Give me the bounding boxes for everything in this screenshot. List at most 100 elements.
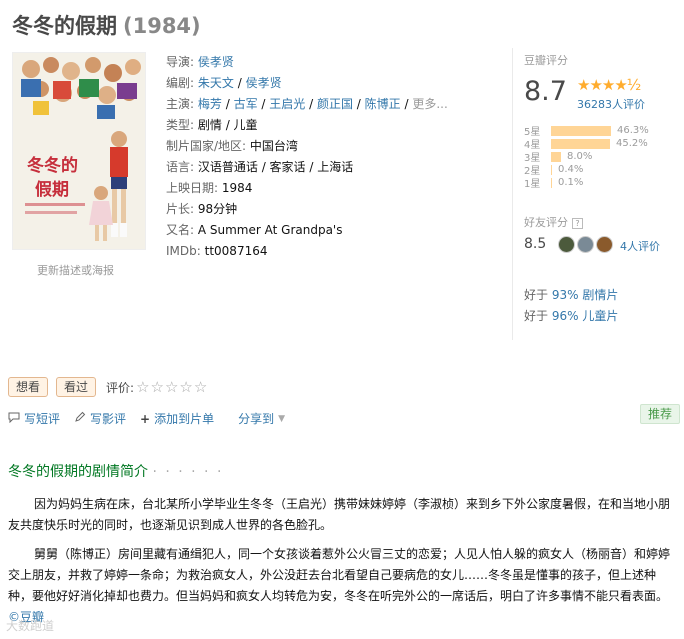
language-label: 语言: <box>166 160 195 174</box>
better-than-prefix: 好于 <box>524 288 552 302</box>
movie-title: 冬冬的假期 <box>12 14 117 38</box>
better-than-prefix: 好于 <box>524 309 552 323</box>
cast-link[interactable]: 梅芳 <box>198 97 222 111</box>
imdb-label: IMDb: <box>166 244 201 258</box>
better-than-link[interactable]: 96% 儿童片 <box>552 309 619 323</box>
synopsis-paragraph-text: 舅舅（陈博正）房间里藏有通缉犯人，同一个女孩谈着惹外公火冒三丈的恋爱；人见人怕人… <box>8 547 671 603</box>
chevron-down-icon: ▼ <box>278 413 286 424</box>
movie-poster[interactable]: 冬冬的 假期 <box>12 52 146 250</box>
avatar[interactable] <box>596 236 613 253</box>
synopsis-paragraph: 因为妈妈生病在床，台北某所小学毕业生冬冬（王启光）携带妹妹婷婷（李淑桢）来到乡下… <box>8 497 671 532</box>
write-short-review-link[interactable]: 写短评 <box>8 410 60 427</box>
add-to-list-link[interactable]: + 添加到片单 <box>140 410 214 427</box>
rating-bar-pct: 45.2% <box>616 138 648 149</box>
synopsis-body: 因为妈妈生病在床，台北某所小学毕业生冬冬（王启光）携带妹妹婷婷（李淑桢）来到乡下… <box>8 494 676 636</box>
plus-icon: + <box>140 411 151 426</box>
rating-bar <box>551 125 611 136</box>
rating-bar-pct: 46.3% <box>617 125 649 136</box>
director-label: 导演: <box>166 55 195 69</box>
writer-link[interactable]: 侯孝贤 <box>246 76 282 90</box>
release-row: 上映日期: 1984 <box>166 178 466 199</box>
friend-avatars <box>558 236 615 253</box>
region-value: 中国台湾 <box>249 139 298 153</box>
rating-bar-pct: 8.0% <box>567 151 593 162</box>
cast-link[interactable]: 古军 <box>234 97 258 111</box>
watermark: 大数跑道 <box>6 619 55 633</box>
rating-box: 豆瓣评分 8.7 ★★★★½ 36283人评价 5星 46.3% 4星 45.2… <box>512 48 677 340</box>
friends-rating-score: 8.5 <box>524 236 547 252</box>
rating-distribution: 5星 46.3% 4星 45.2% 3星 8.0% 2星 0.4% 1星 0.1… <box>524 124 649 190</box>
rating-bar <box>551 151 561 162</box>
imdb-value: tt0087164 <box>204 244 268 258</box>
synopsis-title: 冬冬的假期的剧情简介 <box>8 464 148 480</box>
release-value: 1984 <box>221 181 253 195</box>
rating-stars: ★★★★½ <box>577 76 641 94</box>
rating-title: 豆瓣评分 <box>524 54 568 67</box>
genre-row: 类型: 剧情 / 儿童 <box>166 115 466 136</box>
poster-title-line2: 假期 <box>35 179 69 200</box>
rating-count-link[interactable]: 36283人评价 <box>577 96 645 112</box>
cast-link[interactable]: 陈博正 <box>365 97 401 111</box>
genre-value: 剧情 / 儿童 <box>197 118 258 132</box>
rating-bar <box>551 138 610 149</box>
movie-info: 导演: 侯孝贤 编剧: 朱天文 / 侯孝贤 主演: 梅芳 / 古军 / 王启光 … <box>166 52 466 262</box>
better-than-pct: 96% <box>551 309 579 323</box>
avatar[interactable] <box>577 236 594 253</box>
movie-year: (1984) <box>123 14 201 38</box>
better-than-genre: 儿童片 <box>578 309 619 323</box>
cast-link[interactable]: 颜正国 <box>317 97 353 111</box>
aka-value: A Summer At Grandpa's <box>197 223 343 237</box>
language-value: 汉语普通话 / 客家话 / 上海话 <box>197 160 354 174</box>
watched-button[interactable]: 看过 <box>56 377 97 397</box>
comment-icon <box>8 411 20 426</box>
cast-label: 主演: <box>166 97 195 111</box>
writer-label: 编剧: <box>166 76 195 90</box>
better-than-pct: 93% <box>551 288 579 302</box>
language-row: 语言: 汉语普通话 / 客家话 / 上海话 <box>166 157 466 178</box>
cast-more-link[interactable]: 更多... <box>412 97 447 111</box>
release-label: 上映日期: <box>166 181 219 195</box>
better-than-genre: 剧情片 <box>578 288 619 302</box>
help-icon[interactable]: ? <box>572 218 583 229</box>
update-poster-link[interactable]: 更新描述或海报 <box>37 262 114 278</box>
share-dropdown[interactable]: 分享到 ▼ <box>238 410 285 427</box>
recommend-button[interactable]: 推荐 <box>640 404 680 424</box>
rating-bar <box>551 177 552 188</box>
rate-label: 评价: <box>106 380 135 395</box>
poster-image: 冬冬的 假期 <box>13 53 145 249</box>
rating-bar <box>551 164 552 175</box>
rating-score: 8.7 <box>524 76 567 107</box>
runtime-row: 片长: 98分钟 <box>166 199 466 220</box>
runtime-value: 98分钟 <box>197 202 238 216</box>
aka-row: 又名: A Summer At Grandpa's <box>166 220 466 241</box>
imdb-row: IMDb: tt0087164 <box>166 241 466 262</box>
synopsis-heading: 冬冬的假期的剧情简介 · · · · · · <box>8 461 223 481</box>
writer-link[interactable]: 朱天文 <box>198 76 234 90</box>
rate-stars-input[interactable]: ☆☆☆☆☆ <box>136 378 208 396</box>
avatar[interactable] <box>558 236 575 253</box>
write-short-review-label: 写短评 <box>24 412 61 426</box>
friends-count-link[interactable]: 4人评价 <box>620 238 660 254</box>
rating-bar-row: 1星 0.1% <box>524 176 649 190</box>
synopsis-paragraph: 舅舅（陈博正）房间里藏有通缉犯人，同一个女孩谈着惹外公火冒三丈的恋爱；人见人怕人… <box>8 544 676 628</box>
want-to-watch-button[interactable]: 想看 <box>8 377 49 397</box>
cast-link[interactable]: 王启光 <box>269 97 305 111</box>
runtime-label: 片长: <box>166 202 195 216</box>
action-links: 写短评 写影评 + 添加到片单 分享到 ▼ <box>8 410 299 427</box>
write-review-link[interactable]: 写影评 <box>74 410 126 427</box>
better-than-row: 好于 96% 儿童片 <box>524 307 618 324</box>
rating-bar-pct: 0.4% <box>558 164 584 175</box>
director-link[interactable]: 侯孝贤 <box>198 55 234 69</box>
friends-rating-title: 好友评分? <box>524 214 583 230</box>
better-than-link[interactable]: 93% 剧情片 <box>552 288 619 302</box>
page-title: 冬冬的假期 (1984) <box>12 10 201 40</box>
friends-rating-label: 好友评分 <box>524 216 568 229</box>
poster-title-line1: 冬冬的 <box>27 155 78 176</box>
user-actions: 想看 看过 评价: ☆☆☆☆☆ <box>8 377 208 397</box>
write-review-label: 写影评 <box>90 412 127 426</box>
region-row: 制片国家/地区: 中国台湾 <box>166 136 466 157</box>
better-than-row: 好于 93% 剧情片 <box>524 286 618 303</box>
cast-row: 主演: 梅芳 / 古军 / 王启光 / 颜正国 / 陈博正 / 更多... <box>166 97 448 111</box>
synopsis-dots: · · · · · · <box>152 464 224 480</box>
director-row: 导演: 侯孝贤 <box>166 52 466 73</box>
